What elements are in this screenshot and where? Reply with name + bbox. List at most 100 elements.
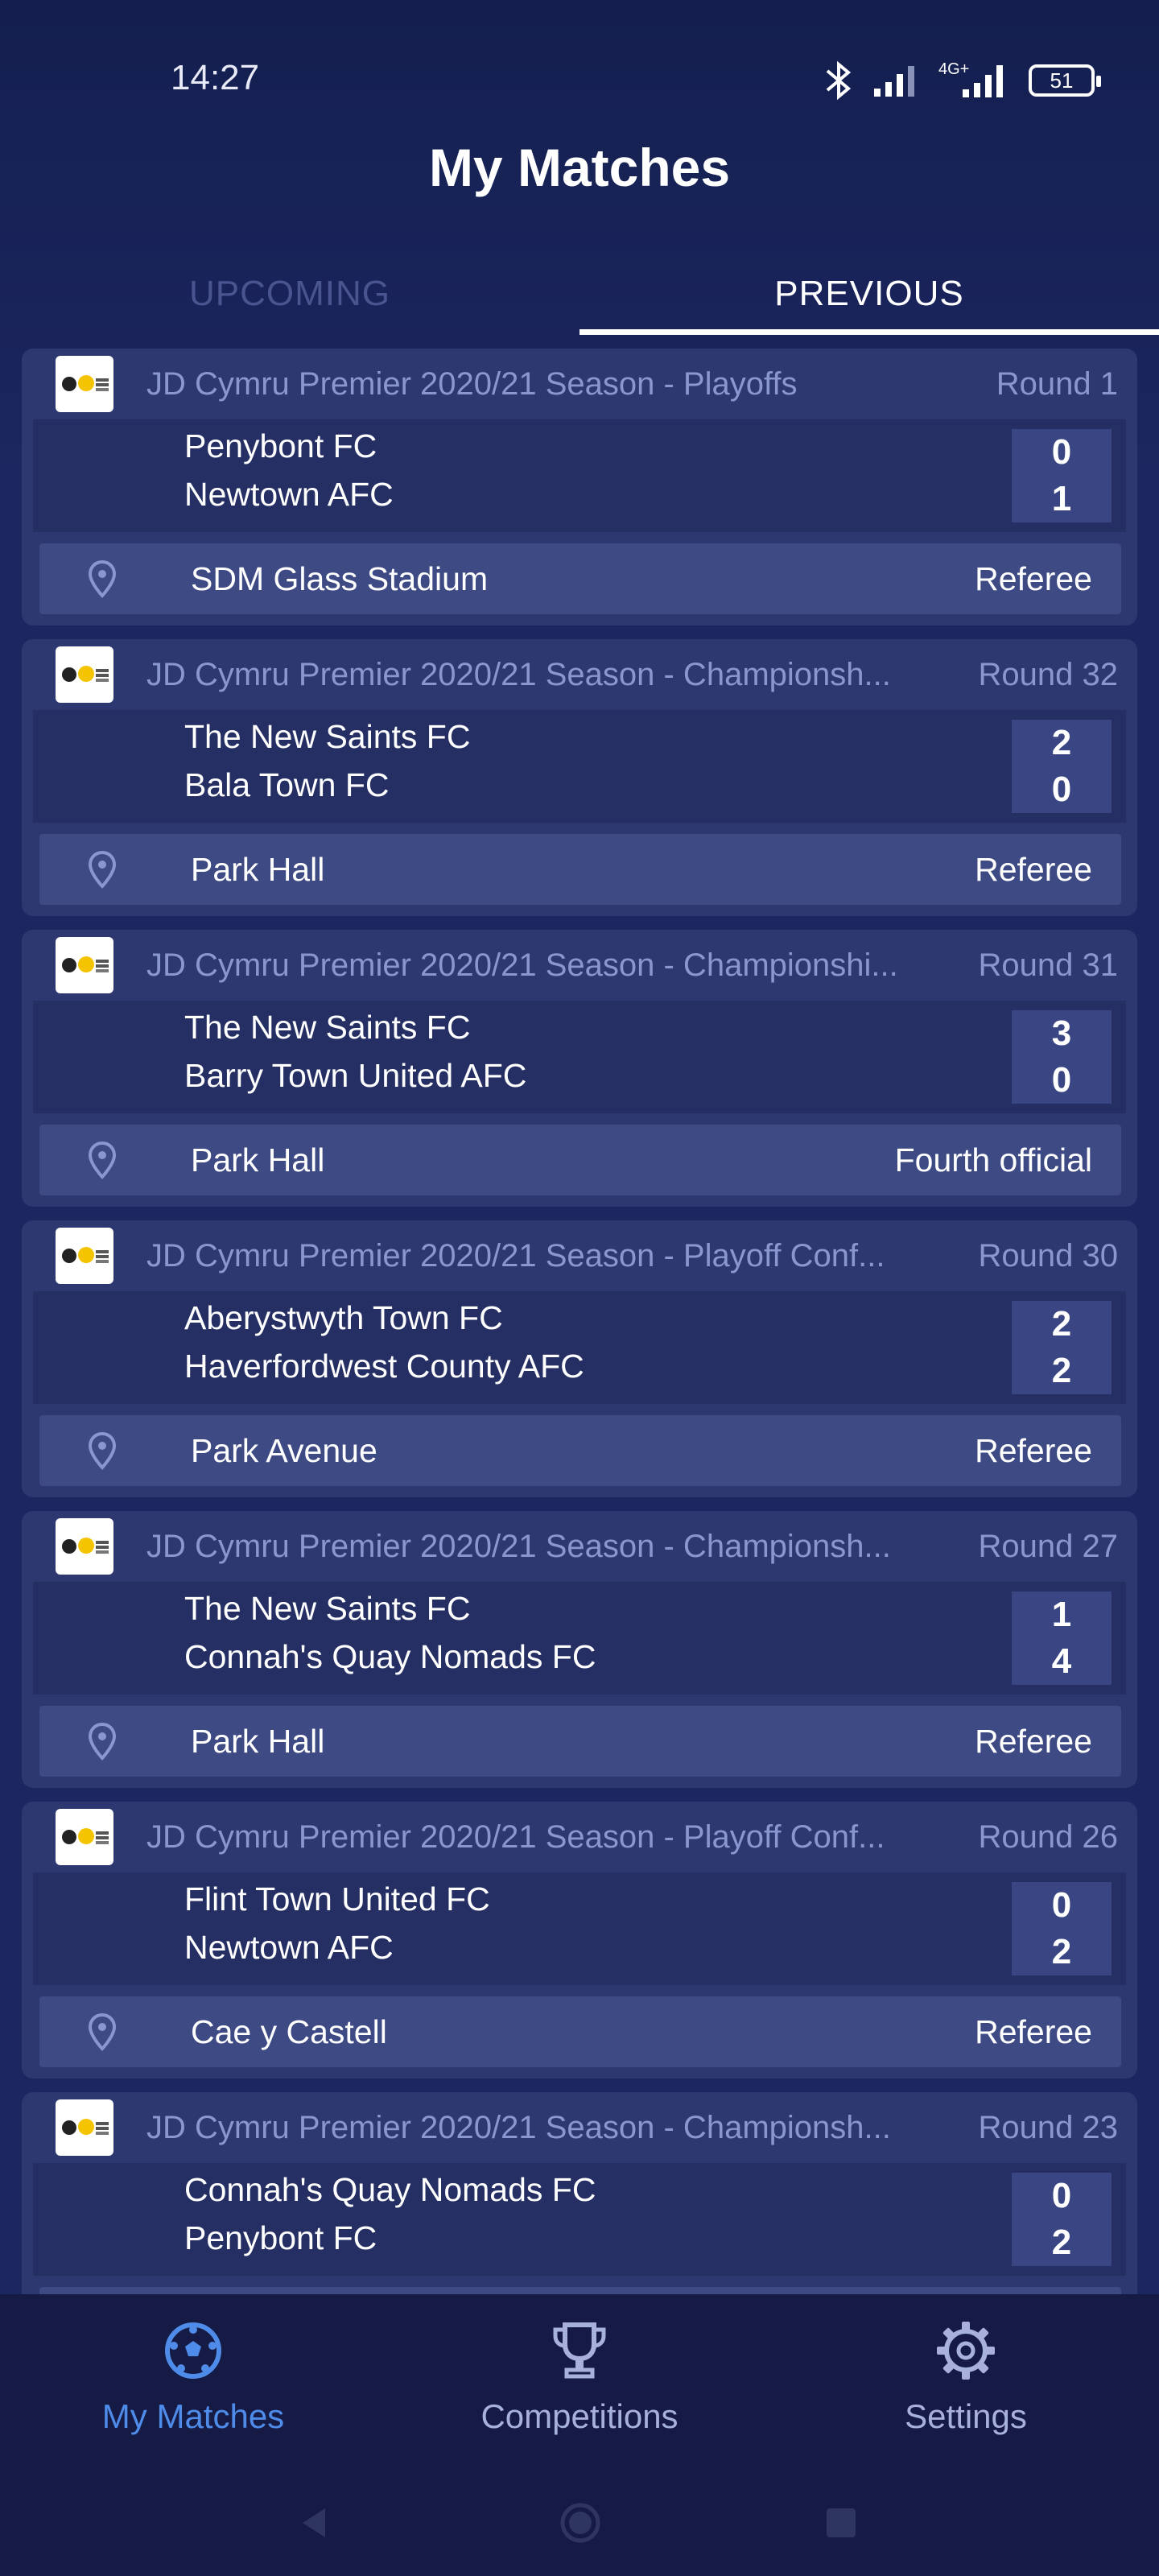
home-score: 1 xyxy=(1012,1591,1112,1638)
venue-bar: Park Hall Referee xyxy=(39,1706,1121,1777)
location-pin-icon xyxy=(88,1431,117,1470)
official-role: Referee xyxy=(975,1723,1092,1760)
nav-settings[interactable]: Settings xyxy=(773,2318,1159,2436)
status-icons: 4G+ 51 xyxy=(823,56,1101,105)
bluetooth-icon xyxy=(826,60,852,101)
away-score: 2 xyxy=(1012,1929,1112,1975)
away-score: 0 xyxy=(1012,1057,1112,1104)
competition-name: JD Cymru Premier 2020/21 Season - Playof… xyxy=(146,1238,885,1274)
match-card-header: JD Cymru Premier 2020/21 Season - Champi… xyxy=(22,930,1137,1001)
tab-previous[interactable]: PREVIOUS xyxy=(580,266,1159,338)
match-card-header: JD Cymru Premier 2020/21 Season - Playof… xyxy=(22,349,1137,419)
away-score: 1 xyxy=(1012,476,1112,522)
tab-bar: UPCOMING PREVIOUS xyxy=(0,266,1159,338)
away-score: 0 xyxy=(1012,766,1112,813)
teams-box: Flint Town United FC Newtown AFC 0 2 xyxy=(33,1872,1126,1985)
recents-icon[interactable] xyxy=(827,2508,856,2537)
gear-icon xyxy=(937,2322,995,2380)
nav-competitions[interactable]: Competitions xyxy=(386,2318,773,2436)
location-pin-icon xyxy=(88,559,117,598)
nav-my-matches[interactable]: My Matches xyxy=(0,2318,386,2436)
home-score: 0 xyxy=(1012,1882,1112,1929)
back-icon[interactable] xyxy=(299,2507,328,2539)
home-score: 2 xyxy=(1012,1301,1112,1348)
match-card[interactable]: JD Cymru Premier 2020/21 Season - Champi… xyxy=(22,1511,1137,1788)
competition-name: JD Cymru Premier 2020/21 Season - Playof… xyxy=(146,366,798,402)
away-team: Haverfordwest County AFC xyxy=(184,1348,584,1385)
match-card[interactable]: JD Cymru Premier 2020/21 Season - Champi… xyxy=(22,639,1137,916)
venue-bar: Park Hall Referee xyxy=(39,834,1121,905)
home-team: Aberystwyth Town FC xyxy=(184,1299,503,1336)
teams-box: Connah's Quay Nomads FC Penybont FC 0 2 xyxy=(33,2163,1126,2276)
battery-level: 51 xyxy=(1050,68,1074,93)
teams-box: The New Saints FC Connah's Quay Nomads F… xyxy=(33,1582,1126,1695)
round-label: Round 26 xyxy=(978,1819,1118,1855)
trophy-icon xyxy=(553,2322,606,2379)
home-score: 0 xyxy=(1012,429,1112,476)
venue-name: Park Hall xyxy=(191,851,325,888)
match-list[interactable]: JD Cymru Premier 2020/21 Season - Playof… xyxy=(0,342,1159,2294)
venue-bar: Cae y Castell Referee xyxy=(39,1996,1121,2067)
away-team: Penybont FC xyxy=(184,2219,377,2256)
venue-bar xyxy=(39,2287,1121,2294)
competition-logo xyxy=(56,937,113,993)
away-team: Barry Town United AFC xyxy=(184,1057,527,1094)
venue-name: Cae y Castell xyxy=(191,2013,387,2050)
venue-bar: Park Avenue Referee xyxy=(39,1415,1121,1486)
competition-name: JD Cymru Premier 2020/21 Season - Champi… xyxy=(146,947,898,983)
nav-label-my-matches: My Matches xyxy=(101,2397,285,2435)
competition-name: JD Cymru Premier 2020/21 Season - Champi… xyxy=(146,1529,891,1564)
away-team: Newtown AFC xyxy=(184,1929,394,1966)
battery-icon: 51 xyxy=(1029,64,1101,97)
match-card[interactable]: JD Cymru Premier 2020/21 Season - Playof… xyxy=(22,349,1137,625)
round-label: Round 27 xyxy=(978,1529,1118,1564)
away-score: 4 xyxy=(1012,1638,1112,1685)
competition-logo xyxy=(56,356,113,412)
location-pin-icon xyxy=(88,850,117,889)
away-team: Newtown AFC xyxy=(184,476,394,513)
match-card[interactable]: JD Cymru Premier 2020/21 Season - Playof… xyxy=(22,1220,1137,1497)
home-team: The New Saints FC xyxy=(184,718,471,755)
round-label: Round 1 xyxy=(996,366,1118,402)
match-card[interactable]: JD Cymru Premier 2020/21 Season - Champi… xyxy=(22,2092,1137,2294)
competition-name: JD Cymru Premier 2020/21 Season - Playof… xyxy=(146,1819,885,1855)
competition-name: JD Cymru Premier 2020/21 Season - Champi… xyxy=(146,2110,891,2145)
round-label: Round 32 xyxy=(978,657,1118,692)
location-pin-icon xyxy=(88,1141,117,1179)
match-card[interactable]: JD Cymru Premier 2020/21 Season - Champi… xyxy=(22,930,1137,1207)
teams-box: Aberystwyth Town FC Haverfordwest County… xyxy=(33,1291,1126,1404)
venue-bar: Park Hall Fourth official xyxy=(39,1125,1121,1195)
teams-box: Penybont FC Newtown AFC 0 1 xyxy=(33,419,1126,532)
teams-box: The New Saints FC Barry Town United AFC … xyxy=(33,1001,1126,1113)
match-card-header: JD Cymru Premier 2020/21 Season - Playof… xyxy=(22,1220,1137,1291)
location-pin-icon xyxy=(88,1722,117,1761)
competition-logo xyxy=(56,1809,113,1865)
home-score: 2 xyxy=(1012,720,1112,766)
match-card-header: JD Cymru Premier 2020/21 Season - Champi… xyxy=(22,1511,1137,1582)
soccer-ball-icon xyxy=(165,2322,221,2379)
away-team: Connah's Quay Nomads FC xyxy=(184,1638,596,1675)
venue-name: Park Avenue xyxy=(191,1432,377,1469)
venue-name: Park Hall xyxy=(191,1723,325,1760)
round-label: Round 30 xyxy=(978,1238,1118,1274)
away-score: 2 xyxy=(1012,2219,1112,2266)
venue-name: Park Hall xyxy=(191,1141,325,1179)
teams-box: The New Saints FC Bala Town FC 2 0 xyxy=(33,710,1126,823)
tab-upcoming[interactable]: UPCOMING xyxy=(0,266,580,338)
competition-logo xyxy=(56,646,113,703)
page-title: My Matches xyxy=(428,138,731,197)
match-card-header: JD Cymru Premier 2020/21 Season - Champi… xyxy=(22,2092,1137,2163)
home-score: 3 xyxy=(1012,1010,1112,1057)
away-score: 2 xyxy=(1012,1348,1112,1394)
home-score: 0 xyxy=(1012,2173,1112,2219)
competition-logo xyxy=(56,2099,113,2156)
home-team: Penybont FC xyxy=(184,427,377,464)
match-card[interactable]: JD Cymru Premier 2020/21 Season - Playof… xyxy=(22,1802,1137,2079)
system-nav-bar xyxy=(0,2496,1159,2544)
venue-name: SDM Glass Stadium xyxy=(191,560,489,597)
competition-name: JD Cymru Premier 2020/21 Season - Champi… xyxy=(146,657,891,692)
home-icon[interactable] xyxy=(559,2502,601,2544)
round-label: Round 31 xyxy=(978,947,1118,983)
nav-label-competitions: Competitions xyxy=(481,2397,678,2435)
round-label: Round 23 xyxy=(978,2110,1118,2145)
